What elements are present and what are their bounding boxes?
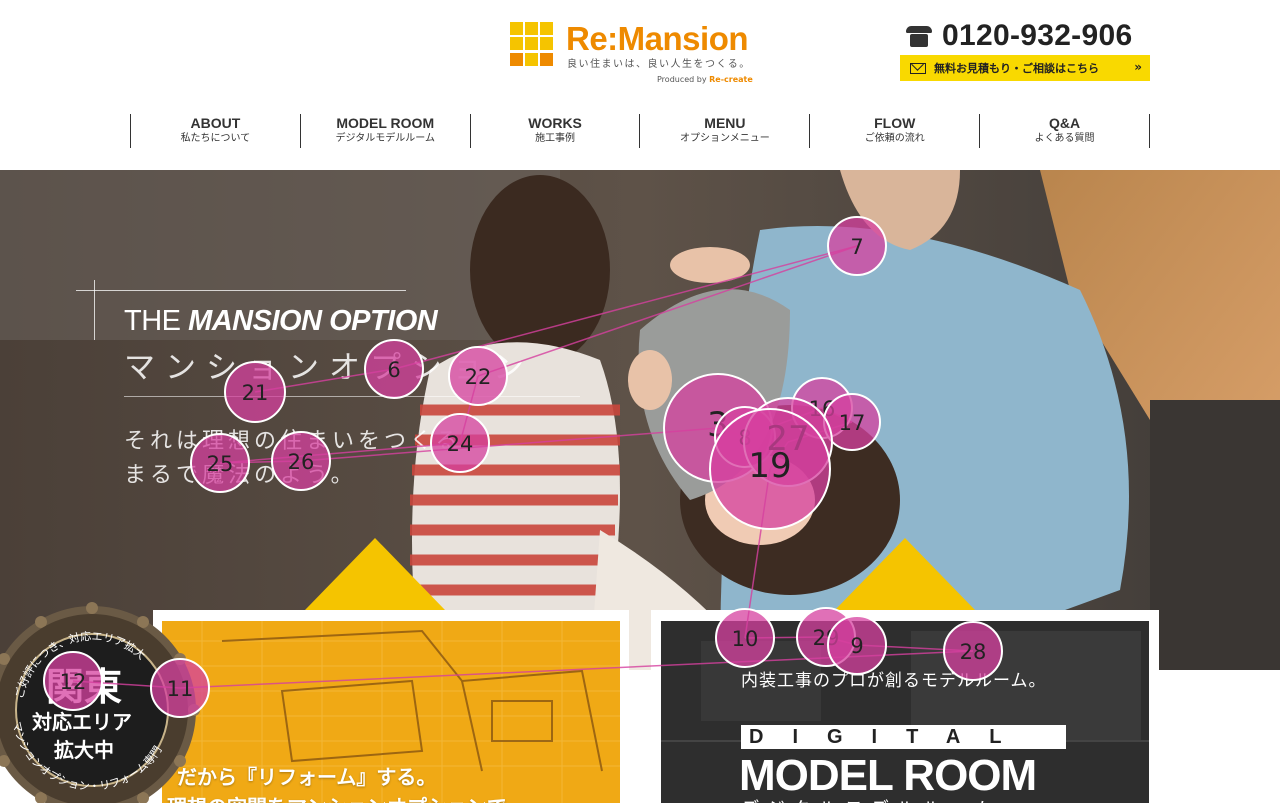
card-pointer-right [835,538,975,610]
badge-line2: 拡大中 [54,738,114,762]
badge-region: 関東 [46,664,123,709]
area-expansion-badge[interactable]: ご好評につき、対応エリア拡大 マンションオプション・リフォーム専門 関東 対応エ… [0,600,202,803]
nav-item-menu[interactable]: MENU オプションメニュー [640,114,811,148]
card-pointer-left [305,538,445,610]
hero-section: THE MANSION OPTION マンションオプション それは理想の住まいを… [0,170,1280,670]
digital-model-room-image: 内装工事のプロが創るモデルルーム。 DIGITAL MODEL ROOM デジタ… [661,621,1149,803]
model-room-subtitle: 内装工事のプロが創るモデルルーム。 [741,671,1047,691]
free-quote-button[interactable]: 無料お見積もり・ご相談はこちら » [900,55,1150,81]
hero-subtitle: マンションオプション [124,350,534,386]
nav-label-jp: ご依頼の流れ [864,133,925,144]
badge-line1: 対応エリア [32,710,132,734]
nav-label-jp: デジタルモデルルーム [335,133,435,144]
nav-label-en: WORKS [528,115,582,131]
nav-label-jp: よくある質問 [1034,133,1095,144]
nav-label-en: ABOUT [190,115,241,131]
nav-label-jp: 施工事例 [535,133,576,144]
reform-card-subline: 理想の空間をマンションオプションで [167,791,507,803]
logo-tagline: 良い住まいは、良い人生をつくる。 [567,59,751,70]
reform-card[interactable]: だから『リフォーム』する。 理想の空間をマンションオプションで [153,610,629,803]
nav-label-jp: オプションメニュー [680,133,770,144]
logo-mark-icon [510,22,554,66]
phone-number[interactable]: 0120-932-906 [942,19,1132,53]
global-nav: ABOUT 私たちについて MODEL ROOM デジタルモデルルーム WORK… [130,114,1150,148]
logo-wordmark: Re:Mansion [566,20,749,57]
produced-by-label: Produced by [657,75,707,84]
hero-decor-line [94,280,95,340]
hero-family-photo [0,170,1280,670]
nav-label-en: Q&A [1048,115,1081,131]
site-header: Re:Mansion 良い住まいは、良い人生をつくる。 Produced by … [0,0,1280,170]
digital-model-room-card[interactable]: 内装工事のプロが創るモデルルーム。 DIGITAL MODEL ROOM デジタ… [651,610,1159,803]
nav-item-works[interactable]: WORKS 施工事例 [471,114,641,148]
nav-label-en: FLOW [874,115,916,131]
nav-label-en: MODEL ROOM [336,115,435,131]
hero-title-bold: MANSION OPTION [188,305,438,337]
nav-label-jp: 私たちについて [180,133,251,144]
hero-catch-line: まるで魔法のよう。 [124,463,357,488]
nav-item-about[interactable]: ABOUT 私たちについて [131,114,301,148]
hero-decor-line [76,290,406,291]
hero-title-prefix: THE [124,305,189,337]
double-chevron-right-icon: » [1134,60,1142,74]
site-logo[interactable]: Re:Mansion 良い住まいは、良い人生をつくる。 Produced by … [510,20,780,90]
hero-catch-line: それは理想の住まいをつくる [124,429,462,454]
producer-logo: Re-create [709,75,753,84]
phone-icon [904,24,934,48]
reform-card-headline: だから『リフォーム』する。 [177,765,437,789]
nav-label-en: MENU [704,115,746,131]
hero-title: THE MANSION OPTION [124,305,438,338]
mail-icon [910,62,926,74]
free-quote-label: 無料お見積もり・ご相談はこちら [934,62,1099,75]
nav-item-flow[interactable]: FLOW ご依頼の流れ [810,114,981,148]
hero-catchcopy: それは理想の住まいをつくる まるで魔法のよう。 [124,425,462,493]
model-room-title: MODEL ROOM [739,751,1037,800]
phone-contact[interactable]: 0120-932-906 [904,18,1154,54]
digital-label: DIGITAL [741,725,1066,749]
model-room-kana: デジタルモデルルーム [741,795,1000,803]
reform-card-image: だから『リフォーム』する。 理想の空間をマンションオプションで [162,621,620,803]
logo-produced-by: Produced by Re-create [657,75,753,84]
nav-item-qa[interactable]: Q&A よくある質問 [980,114,1150,148]
hero-decor-line [124,396,580,397]
nav-item-model-room[interactable]: MODEL ROOM デジタルモデルルーム [301,114,471,148]
